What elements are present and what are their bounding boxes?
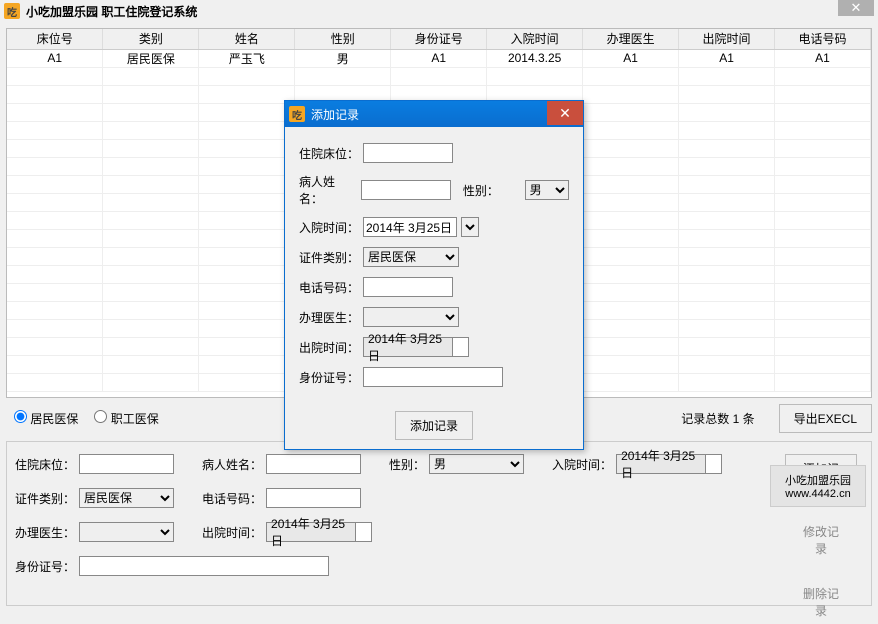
- brand-line2: www.4442.cn: [785, 488, 850, 500]
- app-icon: 吃: [4, 3, 20, 19]
- dialog-title: 添加记录: [311, 106, 359, 123]
- cert-label: 证件类别：: [15, 490, 75, 507]
- d-admit-label: 入院时间：: [299, 219, 359, 236]
- table-row[interactable]: A1居民医保严玉飞男A12014.3.25A1A1A1: [7, 49, 871, 67]
- d-doctor-label: 办理医生：: [299, 309, 359, 326]
- d-discharge-label: 出院时间：: [299, 339, 359, 356]
- d-admit-drop[interactable]: [461, 217, 479, 237]
- discharge-label: 出院时间：: [202, 524, 262, 541]
- edit-form: 住院床位： 病人姓名： 性别：男 入院时间： 2014年 3月25日 证件类别：…: [6, 441, 872, 606]
- idnum-label: 身份证号：: [15, 558, 75, 575]
- dialog-close-button[interactable]: ✕: [547, 101, 583, 125]
- table-cell: A1: [679, 49, 775, 67]
- dialog-icon: 吃: [289, 106, 305, 122]
- app-title: 小吃加盟乐园 职工住院登记系统: [26, 3, 197, 20]
- d-discharge-datepicker[interactable]: 2014年 3月25日: [363, 337, 469, 357]
- d-cert-select[interactable]: 居民医保: [363, 247, 459, 267]
- d-name-label: 病人姓名：: [299, 173, 357, 207]
- d-gender-label: 性别：: [463, 182, 521, 199]
- d-cert-label: 证件类别：: [299, 249, 359, 266]
- phone-label: 电话号码：: [202, 490, 262, 507]
- d-idnum-input[interactable]: [363, 367, 503, 387]
- bed-label: 住院床位：: [15, 456, 75, 473]
- brand-line1: 小吃加盟乐园: [785, 472, 851, 488]
- dialog-add-button[interactable]: 添加记录: [395, 411, 473, 440]
- record-count: 记录总数 1 条: [681, 410, 754, 427]
- edit-record-button[interactable]: 修改记录: [785, 518, 857, 562]
- d-phone-input[interactable]: [363, 277, 453, 297]
- col-header[interactable]: 办理医生: [583, 29, 679, 49]
- d-doctor-select[interactable]: [363, 307, 459, 327]
- doctor-select[interactable]: [79, 522, 174, 542]
- table-cell: A1: [775, 49, 871, 67]
- export-excel-button[interactable]: 导出EXECL: [779, 404, 872, 433]
- col-header[interactable]: 身份证号: [391, 29, 487, 49]
- d-bed-input[interactable]: [363, 143, 453, 163]
- col-header[interactable]: 电话号码: [775, 29, 871, 49]
- titlebar: 吃 小吃加盟乐园 职工住院登记系统 ✕: [0, 0, 878, 22]
- table-cell: A1: [391, 49, 487, 67]
- discharge-datepicker[interactable]: 2014年 3月25日: [266, 522, 372, 542]
- table-cell: 男: [295, 49, 391, 67]
- d-name-input[interactable]: [361, 180, 451, 200]
- table-row-empty: [7, 67, 871, 85]
- col-header[interactable]: 类别: [103, 29, 199, 49]
- table-cell: 2014.3.25: [487, 49, 583, 67]
- add-record-dialog: 吃 添加记录 ✕ 住院床位： 病人姓名： 性别： 男 入院时间： 证件类别：居民…: [284, 100, 584, 450]
- idnum-input[interactable]: [79, 556, 329, 576]
- d-gender-select[interactable]: 男: [525, 180, 569, 200]
- admit-label: 入院时间：: [552, 456, 612, 473]
- bed-input[interactable]: [79, 454, 174, 474]
- col-header[interactable]: 性别: [295, 29, 391, 49]
- d-admit-input[interactable]: [363, 217, 457, 237]
- admit-datepicker[interactable]: 2014年 3月25日: [616, 454, 722, 474]
- table-cell: 居民医保: [103, 49, 199, 67]
- cert-select[interactable]: 居民医保: [79, 488, 174, 508]
- col-header[interactable]: 出院时间: [679, 29, 775, 49]
- col-header[interactable]: 姓名: [199, 29, 295, 49]
- delete-record-button[interactable]: 删除记录: [785, 580, 857, 624]
- table-cell: A1: [583, 49, 679, 67]
- d-phone-label: 电话号码：: [299, 279, 359, 296]
- name-label: 病人姓名：: [202, 456, 262, 473]
- table-cell: 严玉飞: [199, 49, 295, 67]
- d-bed-label: 住院床位：: [299, 145, 359, 162]
- filter-residents[interactable]: 居民医保: [14, 410, 78, 427]
- phone-input[interactable]: [266, 488, 361, 508]
- name-input[interactable]: [266, 454, 361, 474]
- doctor-label: 办理医生：: [15, 524, 75, 541]
- d-idnum-label: 身份证号：: [299, 369, 359, 386]
- brand-box: 小吃加盟乐园 www.4442.cn: [770, 465, 866, 507]
- dialog-titlebar[interactable]: 吃 添加记录 ✕: [285, 101, 583, 127]
- gender-select[interactable]: 男: [429, 454, 524, 474]
- gender-label: 性别：: [389, 456, 425, 473]
- col-header[interactable]: 入院时间: [487, 29, 583, 49]
- table-cell: A1: [7, 49, 103, 67]
- col-header[interactable]: 床位号: [7, 29, 103, 49]
- window-close-button[interactable]: ✕: [838, 0, 874, 16]
- filter-workers[interactable]: 职工医保: [94, 410, 158, 427]
